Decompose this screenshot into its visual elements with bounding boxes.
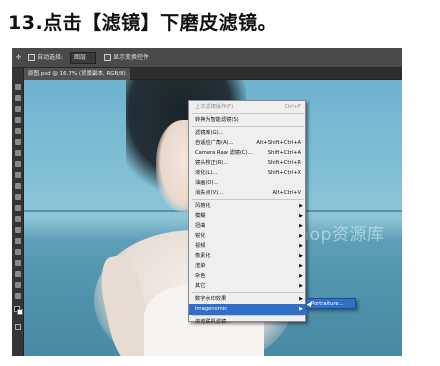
brush-tool[interactable] <box>15 161 21 167</box>
filter-menu-item[interactable]: Imagenomic ▶ <box>189 304 307 315</box>
healing-brush-tool[interactable] <box>15 150 21 156</box>
filter-menu-item-label: 其它 <box>195 283 206 289</box>
filter-menu-item-label: 上次滤镜操作(F) <box>195 104 234 110</box>
photoshop-window: ✣ 自动选择: 图层 显示变换控件 原图.psd @ 16.7% (背景副本, … <box>12 48 402 356</box>
options-bar: ✣ 自动选择: 图层 显示变换控件 <box>12 48 402 68</box>
hand-tool[interactable] <box>15 282 21 288</box>
gradient-tool[interactable] <box>15 205 21 211</box>
filter-menu-item[interactable]: 其它 ▶ <box>189 281 307 292</box>
crop-tool[interactable] <box>15 128 21 134</box>
eraser-tool[interactable] <box>15 194 21 200</box>
filter-menu-shortcut: Alt+Ctrl+V <box>272 190 302 196</box>
submenu-arrow-icon: ▶ <box>299 283 303 289</box>
document-tab[interactable]: 原图.psd @ 16.7% (背景副本, RGB/8) <box>24 68 130 80</box>
shape-tool[interactable] <box>15 271 21 277</box>
quick-mask-icon[interactable] <box>15 324 21 330</box>
filter-menu-item[interactable]: 转换为智能滤镜(S) <box>189 115 307 126</box>
menu-separator <box>192 199 304 200</box>
menu-separator <box>192 292 304 293</box>
auto-select-dropdown[interactable]: 图层 <box>70 52 96 64</box>
document-tab-bar: 原图.psd @ 16.7% (背景副本, RGB/8) <box>12 68 402 80</box>
show-transform-label: 显示变换控件 <box>113 54 150 61</box>
filter-menu-item[interactable]: 上次滤镜操作(F) Ctrl+F <box>189 102 307 113</box>
filter-menu-shortcut: Ctrl+F <box>284 104 301 110</box>
auto-select-label: 自动选择: <box>37 54 64 61</box>
filter-menu-item[interactable]: 浏览联机滤镜... <box>189 317 307 328</box>
auto-select-checkbox[interactable] <box>28 54 35 61</box>
menu-separator <box>192 113 304 114</box>
dodge-tool[interactable] <box>15 227 21 233</box>
submenu-arrow-icon: ▶ <box>299 306 303 312</box>
move-tool[interactable] <box>15 84 21 90</box>
blur-tool[interactable] <box>15 216 21 222</box>
filter-menu-item-label: 消失点(V)... <box>195 190 224 196</box>
type-tool[interactable] <box>15 249 21 255</box>
submenu-item-portraiture[interactable]: Portraiture... <box>311 299 344 309</box>
filter-menu-item-label: 浏览联机滤镜... <box>195 319 232 325</box>
imagenomic-submenu[interactable]: Portraiture... <box>306 298 356 309</box>
menu-separator <box>192 315 304 316</box>
background-color-swatch[interactable] <box>17 309 23 315</box>
filter-menu-item[interactable]: 消失点(V)... Alt+Ctrl+V <box>189 188 307 199</box>
path-select-tool[interactable] <box>15 260 21 266</box>
clone-stamp-tool[interactable] <box>15 172 21 178</box>
filter-menu: 上次滤镜操作(F) Ctrl+F 转换为智能滤镜(S) 滤镜库(G)... 自适应广角(… <box>188 100 307 325</box>
eyedropper-tool[interactable] <box>15 139 21 145</box>
lasso-tool[interactable] <box>15 106 21 112</box>
filter-menu-item-label: Imagenomic <box>195 306 228 312</box>
move-tool-icon[interactable]: ✣ <box>16 52 21 64</box>
toolbox <box>12 68 24 356</box>
history-brush-tool[interactable] <box>15 183 21 189</box>
menu-separator <box>192 126 304 127</box>
zoom-tool[interactable] <box>15 293 21 299</box>
quick-select-tool[interactable] <box>15 117 21 123</box>
tutorial-heading: 13.点击【滤镜】下磨皮滤镜。 <box>8 12 278 34</box>
marquee-tool[interactable] <box>15 95 21 101</box>
filter-menu-item-label: 转换为智能滤镜(S) <box>195 117 239 123</box>
show-transform-checkbox[interactable] <box>104 54 111 61</box>
pen-tool[interactable] <box>15 238 21 244</box>
